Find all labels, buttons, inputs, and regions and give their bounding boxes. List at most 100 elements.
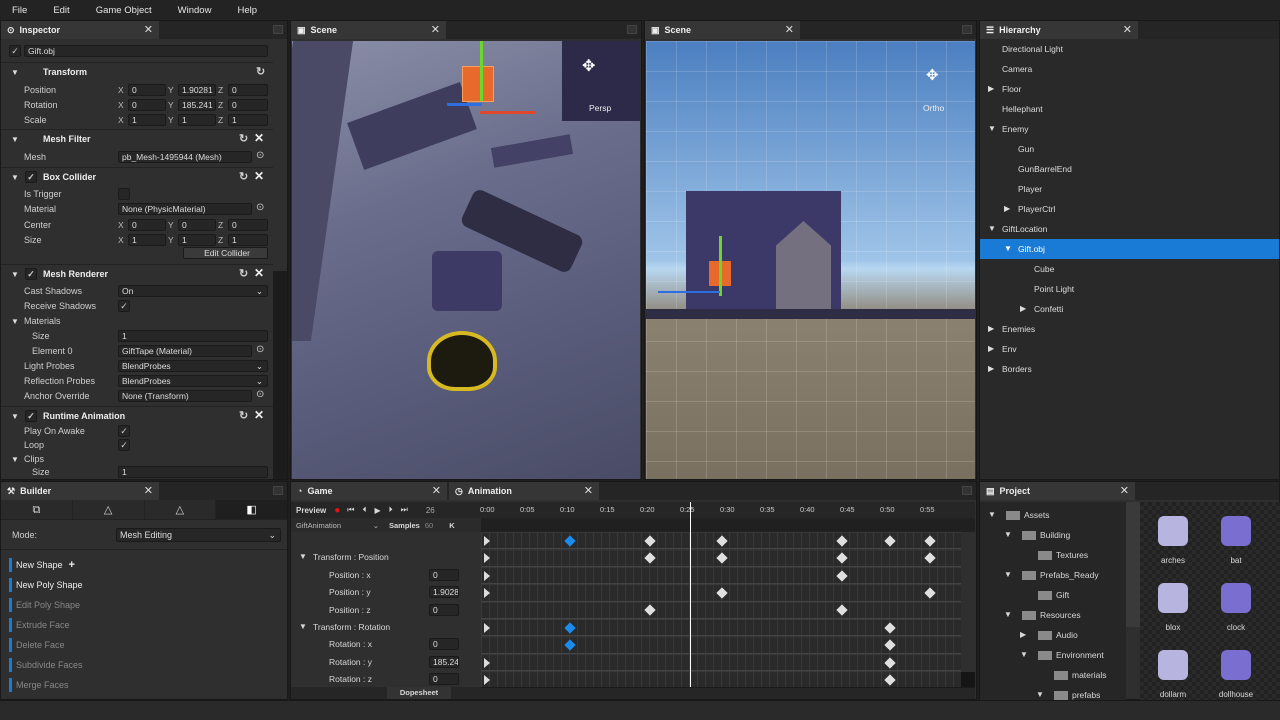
y-input[interactable]: 185.241: [178, 99, 216, 111]
expanded-arrow-icon[interactable]: ▼: [988, 219, 996, 239]
element0-field[interactable]: GiftTape (Material): [118, 345, 252, 357]
builder-tool-subdivide-faces[interactable]: Subdivide Faces: [9, 658, 83, 672]
keyframe[interactable]: [924, 587, 936, 599]
close-icon[interactable]: ✕: [1123, 23, 1132, 36]
object-mode-icon[interactable]: ⧉: [1, 500, 73, 519]
project-folder[interactable]: Gift: [980, 586, 1126, 606]
property-value-input[interactable]: 0: [429, 673, 459, 686]
collapse-icon[interactable]: ▼: [11, 270, 19, 279]
tab-scene[interactable]: ▣ Scene ✕: [645, 21, 800, 39]
view-orientation-gizmo[interactable]: ✥: [582, 56, 595, 76]
time-ruler[interactable]: 0:00 0:05 0:10 0:15 0:20 0:25 0:30 0:35 0:40 0:45…: [480, 502, 975, 518]
expanded-arrow-icon[interactable]: ▼: [1004, 570, 1012, 579]
project-folder[interactable]: ▼ Environment: [980, 646, 1126, 666]
is-trigger-checkbox[interactable]: [118, 188, 130, 200]
keyframe[interactable]: [644, 604, 656, 616]
gizmo-y-axis[interactable]: [480, 41, 483, 101]
tab-builder[interactable]: ⚒ Builder ✕: [1, 482, 159, 500]
collapse-icon[interactable]: ▼: [11, 412, 19, 421]
mode-dropdown[interactable]: Mesh Editing ⌄: [116, 528, 281, 542]
asset-item[interactable]: dollhouse: [1211, 646, 1261, 708]
x-input[interactable]: 1: [128, 234, 166, 246]
reset-icon[interactable]: ↻: [239, 170, 248, 183]
asset-item[interactable]: blox: [1148, 579, 1198, 641]
builder-tool-edit-poly-shape[interactable]: Edit Poly Shape: [9, 598, 80, 612]
object-picker-icon[interactable]: ⊙: [256, 389, 264, 400]
active-checkbox[interactable]: ✓: [9, 45, 21, 57]
dopesheet-grid[interactable]: [481, 532, 961, 689]
property-value-input[interactable]: 1.9028: [429, 586, 459, 599]
tab-inspector[interactable]: ⊙ Inspector ✕: [1, 21, 159, 39]
keyframe[interactable]: [644, 535, 656, 547]
gift-object[interactable]: [462, 66, 494, 102]
close-icon[interactable]: ✕: [785, 23, 794, 36]
receive-shadows-checkbox[interactable]: ✓: [118, 300, 130, 312]
tab-hierarchy[interactable]: ☰ Hierarchy ✕: [980, 21, 1138, 39]
x-input[interactable]: 1: [128, 114, 166, 126]
collapse-icon[interactable]: ▼: [11, 455, 19, 464]
close-icon[interactable]: ✕: [432, 484, 441, 497]
keyframe-selected[interactable]: [564, 622, 576, 634]
tab-scene[interactable]: ▣ Scene ✕: [291, 21, 446, 39]
tab-project[interactable]: ▤ Project ✕: [980, 482, 1135, 500]
projection-label[interactable]: Ortho: [923, 103, 944, 113]
keyframe[interactable]: [644, 552, 656, 564]
runtime-animation-enabled-checkbox[interactable]: ✓: [25, 410, 37, 422]
z-input[interactable]: 0: [228, 219, 268, 231]
keyframe[interactable]: [836, 569, 848, 582]
hierarchy-item[interactable]: ▶ Floor: [980, 79, 1279, 99]
builder-tool-extrude-face[interactable]: Extrude Face: [9, 618, 70, 632]
builder-tool-new-poly-shape[interactable]: New Poly Shape: [9, 578, 83, 592]
property-value-input[interactable]: 0: [429, 638, 459, 651]
asset-item[interactable]: clock: [1211, 579, 1261, 641]
expanded-arrow-icon[interactable]: ▼: [1004, 610, 1012, 619]
gizmo-z-axis[interactable]: [447, 103, 482, 106]
y-input[interactable]: 1: [178, 234, 216, 246]
scene-viewport[interactable]: ✥ Persp: [292, 41, 640, 479]
asset-item[interactable]: bat: [1211, 512, 1261, 574]
z-input[interactable]: 1: [228, 114, 268, 126]
edge-mode-icon[interactable]: △: [145, 500, 217, 519]
hierarchy-item[interactable]: ▼ GiftLocation: [980, 219, 1279, 239]
collapsed-arrow-icon[interactable]: ▶: [988, 319, 994, 339]
x-input[interactable]: 0: [128, 99, 166, 111]
close-icon[interactable]: ✕: [144, 484, 153, 497]
close-icon[interactable]: ✕: [584, 484, 593, 497]
asset-item[interactable]: dollarm: [1148, 646, 1198, 708]
frame-input[interactable]: 26: [426, 506, 435, 515]
horizontal-scrollbar[interactable]: [481, 687, 975, 699]
hierarchy-item[interactable]: ▶ Env: [980, 339, 1279, 359]
menu-window[interactable]: Window: [178, 5, 212, 16]
material-field[interactable]: None (PhysicMaterial): [118, 203, 252, 215]
collapse-icon[interactable]: ▼: [299, 622, 307, 631]
close-icon[interactable]: ✕: [431, 23, 440, 36]
anchor-override-field[interactable]: None (Transform): [118, 390, 252, 402]
keyframe[interactable]: [716, 552, 728, 564]
reflection-probes-dropdown[interactable]: BlendProbes ⌄: [118, 375, 268, 387]
x-input[interactable]: 0: [128, 84, 166, 96]
collapsed-arrow-icon[interactable]: ▶: [988, 359, 994, 379]
mesh-renderer-enabled-checkbox[interactable]: ✓: [25, 268, 37, 280]
reset-icon[interactable]: ↻: [239, 267, 248, 280]
play-button[interactable]: ▶: [375, 506, 381, 515]
clip-dropdown[interactable]: GiftAnimation ⌄: [291, 521, 383, 530]
y-input[interactable]: 0: [178, 219, 216, 231]
expanded-arrow-icon[interactable]: ▼: [988, 510, 996, 519]
keyframe[interactable]: [884, 639, 896, 651]
maximize-icon[interactable]: [962, 25, 972, 34]
tab-game[interactable]: ◔ Game ✕: [291, 482, 447, 500]
cast-shadows-dropdown[interactable]: On ⌄: [118, 285, 268, 297]
collapsed-arrow-icon[interactable]: ▶: [988, 79, 994, 99]
object-name-input[interactable]: Gift.obj: [24, 45, 268, 57]
expanded-arrow-icon[interactable]: ▼: [1036, 690, 1044, 699]
object-picker-icon[interactable]: ⊙: [256, 150, 264, 161]
hierarchy-item[interactable]: Camera: [980, 59, 1279, 79]
keyframe[interactable]: [884, 674, 896, 686]
remove-icon[interactable]: ✕: [254, 131, 264, 145]
builder-tool-delete-face[interactable]: Delete Face: [9, 638, 65, 652]
hierarchy-item[interactable]: GunBarrelEnd: [980, 159, 1279, 179]
keyframe[interactable]: [924, 552, 936, 564]
keyframe[interactable]: [884, 535, 896, 547]
hierarchy-item[interactable]: Player: [980, 179, 1279, 199]
hierarchy-item[interactable]: ▼ Enemy: [980, 119, 1279, 139]
